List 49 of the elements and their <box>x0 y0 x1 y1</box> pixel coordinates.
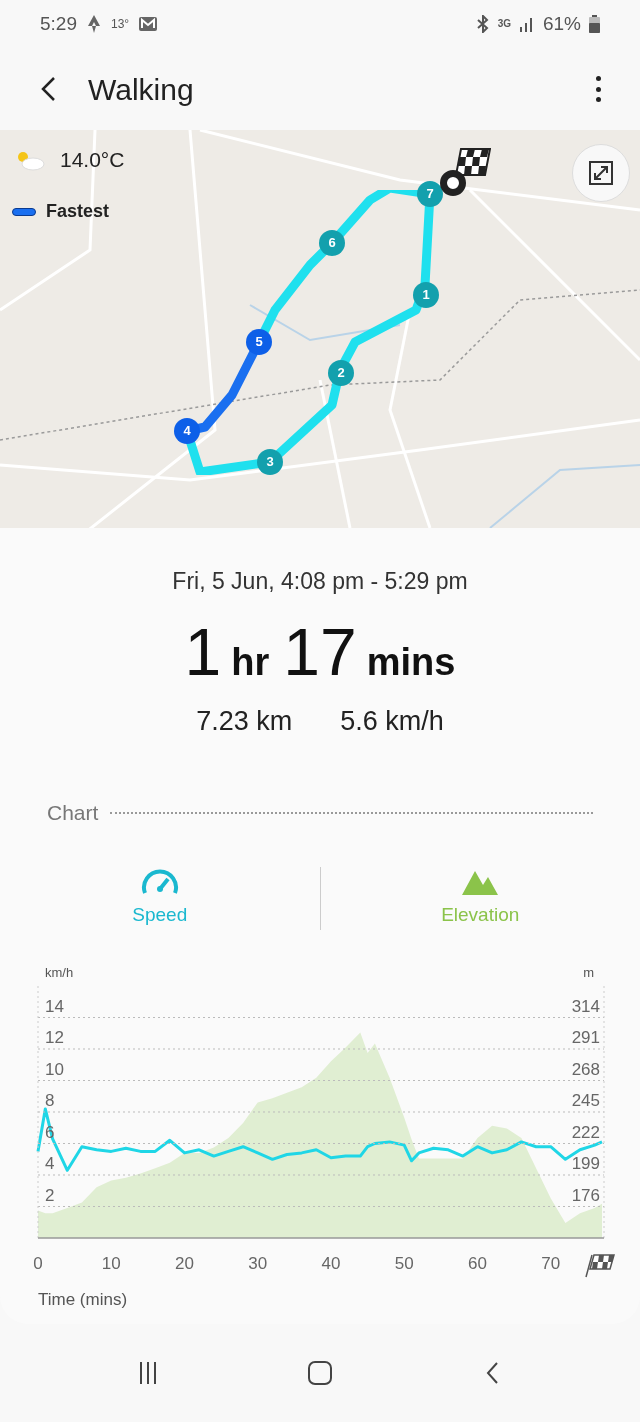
axis-label: 222 <box>571 1122 600 1141</box>
bluetooth-icon <box>475 15 490 33</box>
date-range: Fri, 5 Jun, 4:08 pm - 5:29 pm <box>172 567 468 596</box>
axis-label: 291 <box>571 1027 600 1047</box>
clock-time: 5:29 <box>40 11 77 36</box>
axis-label: 176 <box>571 1185 600 1204</box>
arrow-peaks-icon <box>87 15 101 33</box>
weather-temperature: 14.0°C <box>60 147 125 173</box>
average-speed-value: 5.6 km/h <box>340 704 444 738</box>
legend-swatch <box>12 207 36 216</box>
axis-label: 245 <box>571 1090 600 1110</box>
temperature-indicator: 13° <box>111 16 130 33</box>
back-icon <box>40 76 56 102</box>
axis-label: 12 <box>45 1027 64 1047</box>
network-type: 3G <box>497 19 511 29</box>
axis-label: 268 <box>571 1059 600 1078</box>
battery-icon <box>589 15 600 33</box>
axis-label: 20 <box>175 1253 194 1273</box>
axis-label: 50 <box>394 1253 414 1273</box>
expand-icon <box>589 161 613 185</box>
axis-label: 314 <box>571 996 600 1015</box>
axis-unit: m <box>583 964 594 980</box>
axis-label: 10 <box>45 1059 64 1078</box>
axis-label: 14 <box>45 996 64 1015</box>
axis-label: 60 <box>468 1253 487 1273</box>
axis-label: 40 <box>321 1253 341 1273</box>
battery-percentage: 61% <box>542 11 581 36</box>
chart-toggle[interactable]: Speed <box>122 867 198 930</box>
distance-value: 7.23 km <box>196 704 293 738</box>
x-axis-title: Time (mins) <box>37 1288 129 1311</box>
section-title: Chart <box>47 800 99 826</box>
back-icon <box>485 1361 500 1385</box>
axis-label: 10 <box>101 1253 121 1273</box>
axis-label: 70 <box>541 1253 561 1273</box>
home-button[interactable] <box>308 1361 332 1385</box>
chart-toggle[interactable]: Elevation <box>431 867 530 930</box>
axis-unit: km/h <box>45 964 74 980</box>
mail-icon <box>139 17 158 31</box>
signal-icon <box>518 16 535 32</box>
duration: 1 hr 17 mins <box>184 616 456 691</box>
axis-label: 4 <box>45 1153 55 1173</box>
axis-label: 8 <box>45 1090 55 1110</box>
axis-label: 199 <box>571 1153 600 1173</box>
axis-label: 0 <box>33 1253 43 1273</box>
finish-flag-icon <box>585 1253 615 1278</box>
axis-label: 30 <box>248 1253 268 1273</box>
axis-label: 2 <box>45 1185 55 1204</box>
page-title: Walking <box>88 71 195 108</box>
legend-label: Fastest <box>46 200 110 223</box>
